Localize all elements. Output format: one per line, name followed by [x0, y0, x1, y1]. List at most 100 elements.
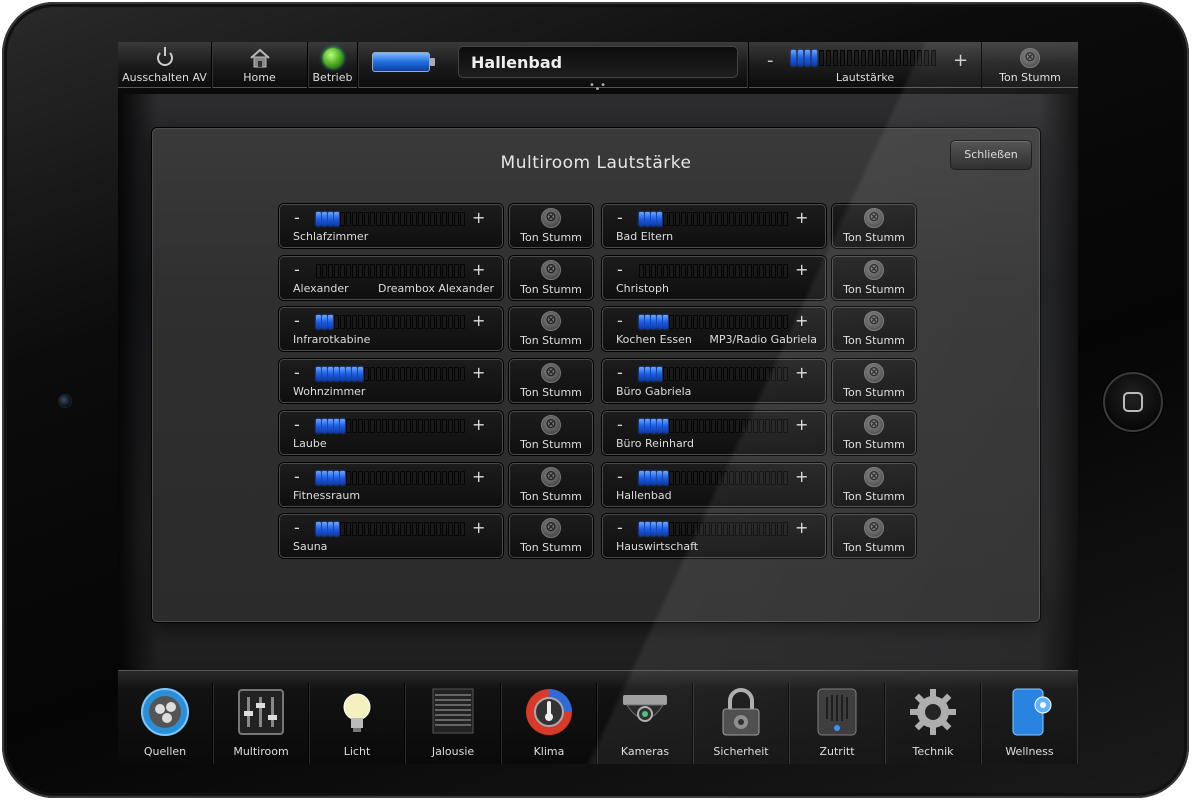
room-volume-up-button[interactable]: + [472, 208, 485, 227]
room-volume-down-button[interactable]: - [617, 260, 623, 279]
nav-licht[interactable]: Licht [310, 683, 405, 764]
room-mute-button[interactable]: ⊗ Ton Stumm [509, 256, 593, 300]
room-volume-up-button[interactable]: + [795, 415, 808, 434]
volume-segment [645, 212, 650, 226]
room-volume-control: - + Sauna [279, 514, 503, 558]
volume-segment [735, 522, 740, 536]
volume-segment [687, 471, 692, 485]
volume-segment [681, 264, 686, 278]
volume-segment [669, 419, 674, 433]
nav-jalousie[interactable]: Jalousie [406, 683, 501, 764]
room-volume-down-button[interactable]: - [294, 363, 300, 382]
room-volume-bar[interactable] [639, 522, 788, 536]
room-volume-up-button[interactable]: + [795, 363, 808, 382]
room-mute-button[interactable]: ⊗ Ton Stumm [832, 411, 916, 455]
room-volume-down-button[interactable]: - [294, 208, 300, 227]
volume-up-button[interactable]: + [953, 50, 968, 71]
drag-handle[interactable]: • • • [586, 81, 610, 95]
room-mute-button[interactable]: ⊗ Ton Stumm [832, 514, 916, 558]
home-hardware-button[interactable] [1103, 372, 1163, 432]
room-volume-up-button[interactable]: + [472, 518, 485, 537]
volume-segment [412, 264, 417, 278]
nav-zutritt[interactable]: Zutritt [790, 683, 885, 764]
room-volume-up-button[interactable]: + [472, 260, 485, 279]
room-mute-button[interactable]: ⊗ Ton Stumm [509, 359, 593, 403]
volume-segment [328, 367, 333, 381]
volume-segment [663, 471, 668, 485]
volume-segment [322, 522, 327, 536]
mute-label: Ton Stumm [843, 283, 905, 296]
volume-segment [436, 367, 441, 381]
power-off-av-button[interactable]: Ausschalten AV [118, 42, 212, 88]
room-volume-bar[interactable] [639, 419, 788, 433]
room-mute-button[interactable]: ⊗ Ton Stumm [832, 204, 916, 248]
room-volume-up-button[interactable]: + [472, 311, 485, 330]
nav-klima[interactable]: Klima [502, 683, 597, 764]
room-volume-up-button[interactable]: + [795, 311, 808, 330]
volume-segment [412, 419, 417, 433]
status-button[interactable]: Betrieb [308, 42, 358, 88]
room-volume-bar[interactable] [639, 367, 788, 381]
nav-sicherheit[interactable]: Sicherheit [694, 683, 789, 764]
nav-quellen[interactable]: Quellen [118, 683, 213, 764]
master-mute-button[interactable]: ⊗ Ton Stumm [982, 42, 1078, 88]
room-volume-down-button[interactable]: - [617, 208, 623, 227]
room-mute-button[interactable]: ⊗ Ton Stumm [832, 359, 916, 403]
room-volume-down-button[interactable]: - [294, 467, 300, 486]
volume-segment [406, 264, 411, 278]
room-volume-down-button[interactable]: - [617, 363, 623, 382]
room-volume-up-button[interactable]: + [472, 467, 485, 486]
room-volume-down-button[interactable]: - [294, 415, 300, 434]
room-volume-up-button[interactable]: + [472, 415, 485, 434]
room-volume-bar[interactable] [639, 212, 788, 226]
room-volume-up-button[interactable]: + [795, 208, 808, 227]
room-volume-bar[interactable] [639, 264, 788, 278]
master-volume: - + Lautstärke [748, 42, 981, 88]
room-volume-bar[interactable] [316, 419, 465, 433]
room-volume-bar[interactable] [316, 315, 465, 329]
volume-segment [364, 522, 369, 536]
room-volume-down-button[interactable]: - [294, 260, 300, 279]
room-volume-bar[interactable] [316, 367, 465, 381]
volume-segment [400, 264, 405, 278]
master-volume-bar[interactable] [791, 50, 936, 66]
room-mute-button[interactable]: ⊗ Ton Stumm [509, 204, 593, 248]
volume-segment [424, 315, 429, 329]
room-volume-up-button[interactable]: + [472, 363, 485, 382]
room-volume-bar[interactable] [639, 471, 788, 485]
room-volume-down-button[interactable]: - [617, 518, 623, 537]
room-mute-button[interactable]: ⊗ Ton Stumm [832, 307, 916, 351]
room-mute-button[interactable]: ⊗ Ton Stumm [509, 463, 593, 507]
volume-segment [747, 419, 752, 433]
volume-down-button[interactable]: - [767, 50, 774, 71]
room-mute-button[interactable]: ⊗ Ton Stumm [509, 514, 593, 558]
room-volume-bar[interactable] [639, 315, 788, 329]
nav-kameras[interactable]: Kameras [598, 683, 693, 764]
nav-multiroom[interactable]: Multiroom [214, 683, 309, 764]
room-volume-bar[interactable] [316, 471, 465, 485]
room-mute-button[interactable]: ⊗ Ton Stumm [509, 307, 593, 351]
volume-segment [657, 367, 662, 381]
volume-segment [651, 471, 656, 485]
close-button[interactable]: Schließen [950, 140, 1032, 170]
room-volume-up-button[interactable]: + [795, 518, 808, 537]
nav-wellness[interactable]: Wellness [982, 683, 1077, 764]
room-volume-bar[interactable] [316, 522, 465, 536]
room-mute-button[interactable]: ⊗ Ton Stumm [832, 256, 916, 300]
room-mute-button[interactable]: ⊗ Ton Stumm [509, 411, 593, 455]
volume-segment [334, 522, 339, 536]
room-volume-down-button[interactable]: - [617, 311, 623, 330]
room-volume-down-button[interactable]: - [294, 311, 300, 330]
nav-technik[interactable]: Technik [886, 683, 981, 764]
room-volume-down-button[interactable]: - [617, 467, 623, 486]
room-volume-up-button[interactable]: + [795, 260, 808, 279]
home-button[interactable]: Home [212, 42, 308, 88]
room-volume-up-button[interactable]: + [795, 467, 808, 486]
room-volume-bar[interactable] [316, 212, 465, 226]
room-volume-down-button[interactable]: - [294, 518, 300, 537]
room-volume-down-button[interactable]: - [617, 415, 623, 434]
volume-segment [645, 315, 650, 329]
volume-segment [687, 367, 692, 381]
room-volume-bar[interactable] [316, 264, 465, 278]
room-mute-button[interactable]: ⊗ Ton Stumm [832, 463, 916, 507]
